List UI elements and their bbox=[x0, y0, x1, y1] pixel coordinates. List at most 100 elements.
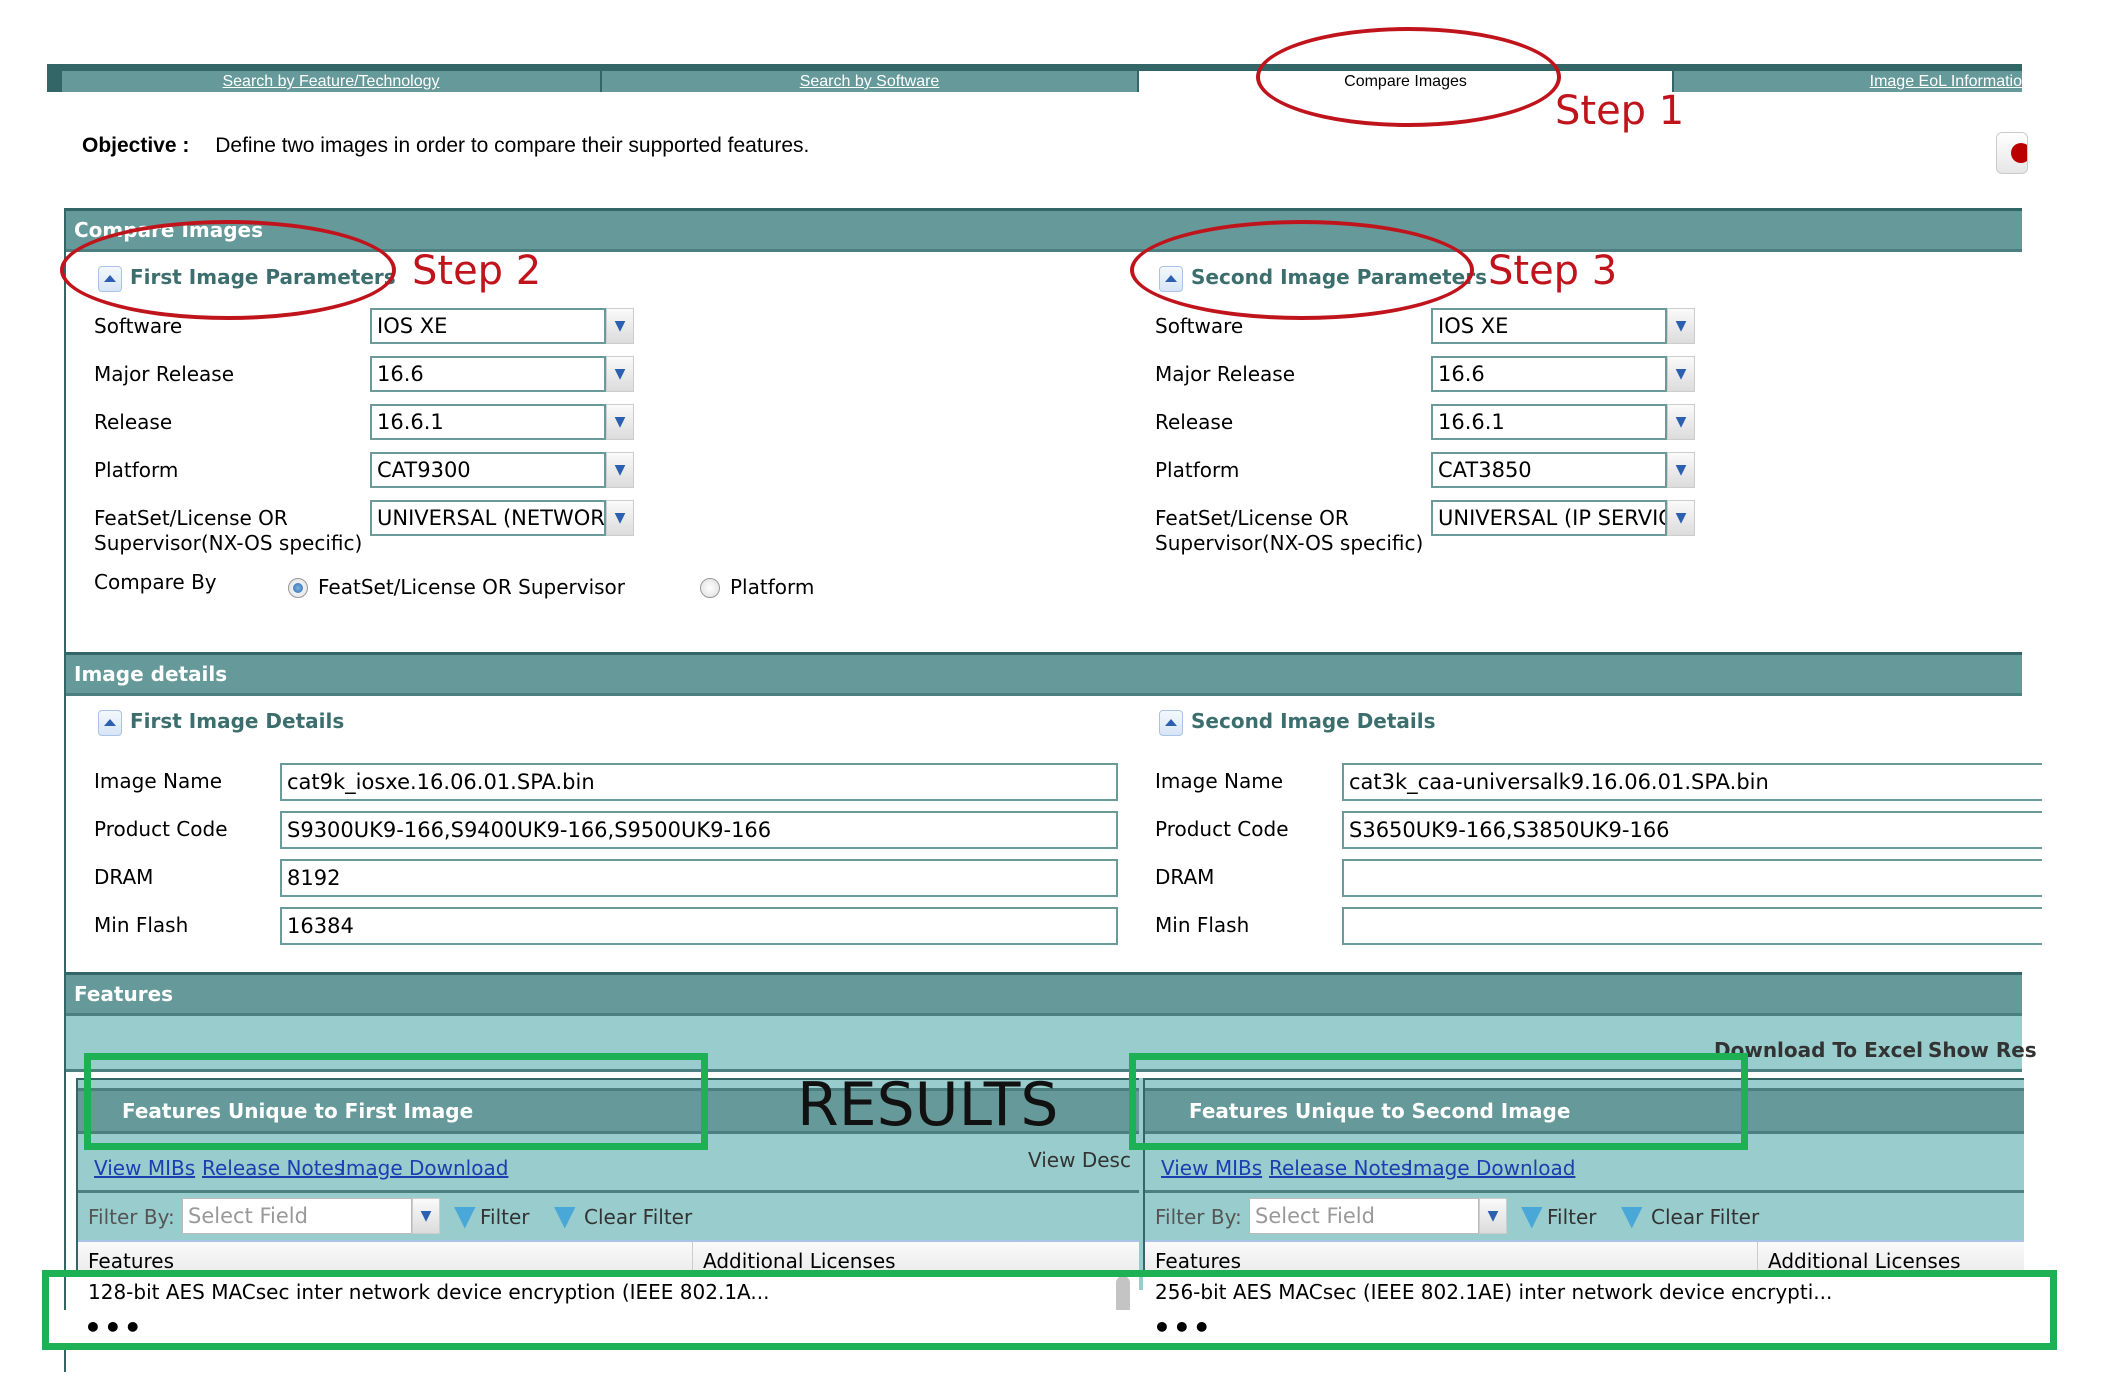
first-product-code-field[interactable]: S9300UK9-166,S9400UK9-166,S9500UK9-166 bbox=[280, 811, 1118, 849]
tab-image-eol[interactable]: Image EoL Informatio bbox=[1672, 71, 2022, 92]
chevron-down-icon[interactable]: ▼ bbox=[412, 1198, 440, 1234]
tab-bar: Search by Feature/Technology Search by S… bbox=[47, 64, 2022, 92]
image-download-link[interactable]: Image Download bbox=[340, 1156, 508, 1180]
tab-search-by-software[interactable]: Search by Software bbox=[600, 71, 1137, 92]
chevron-down-icon[interactable]: ▼ bbox=[1667, 404, 1695, 440]
platform-label: Platform bbox=[1155, 458, 1240, 482]
image-name-label: Image Name bbox=[94, 769, 222, 793]
second-dram-field[interactable] bbox=[1342, 859, 2042, 897]
collapse-icon bbox=[1159, 709, 1183, 736]
second-software-select[interactable]: IOS XE bbox=[1431, 308, 1667, 344]
chevron-down-icon[interactable]: ▼ bbox=[606, 356, 634, 392]
image-details-panel: Image details First Image Details Image … bbox=[64, 652, 2042, 975]
second-platform-select[interactable]: CAT3850 bbox=[1431, 452, 1667, 488]
major-release-label: Major Release bbox=[1155, 362, 1296, 386]
second-min-flash-field[interactable] bbox=[1342, 907, 2042, 945]
second-featset-select[interactable]: UNIVERSAL (IP SERVIC bbox=[1431, 500, 1667, 536]
results-highlight-first bbox=[84, 1053, 708, 1150]
step1-highlight-ring bbox=[1256, 27, 1561, 127]
first-release-select[interactable]: 16.6.1 bbox=[370, 404, 606, 440]
section-title: Second Image Details bbox=[1191, 709, 1436, 733]
chevron-down-icon[interactable]: ▼ bbox=[1667, 452, 1695, 488]
second-image-details-toggle[interactable]: Second Image Details bbox=[1159, 709, 1436, 736]
software-label: Software bbox=[94, 314, 183, 338]
first-image-details-toggle[interactable]: First Image Details bbox=[98, 709, 344, 736]
filter-button[interactable]: Filter bbox=[1547, 1205, 1597, 1229]
chevron-down-icon[interactable]: ▼ bbox=[1667, 308, 1695, 344]
featset-label: FeatSet/License OR Supervisor(NX-OS spec… bbox=[1155, 506, 1423, 556]
view-desc-label[interactable]: View Desc bbox=[1028, 1148, 1131, 1172]
chevron-down-icon[interactable]: ▼ bbox=[1667, 356, 1695, 392]
results-label: RESULTS bbox=[797, 1070, 1059, 1140]
filter-icon: ▼ bbox=[1521, 1199, 1543, 1232]
view-mibs-link[interactable]: View MIBs bbox=[94, 1156, 195, 1180]
show-results-button[interactable]: Show Res bbox=[1928, 1038, 2037, 1062]
second-major-release-select[interactable]: 16.6 bbox=[1431, 356, 1667, 392]
dram-label: DRAM bbox=[1155, 865, 1215, 889]
featset-label-line2: Supervisor(NX-OS specific) bbox=[1155, 531, 1424, 555]
step3-label: Step 3 bbox=[1488, 248, 1618, 294]
chevron-down-icon[interactable]: ▼ bbox=[606, 404, 634, 440]
tab-label: Image EoL Informatio bbox=[1869, 73, 2022, 90]
first-featset-select[interactable]: UNIVERSAL (NETWORK bbox=[370, 500, 606, 536]
filter-field-select[interactable]: Select Field bbox=[1249, 1198, 1479, 1234]
chevron-down-icon[interactable]: ▼ bbox=[606, 500, 634, 536]
tab-label: Search by Feature/Technology bbox=[222, 73, 440, 90]
clear-filter-button[interactable]: Clear Filter bbox=[1651, 1205, 1759, 1229]
filter-icon: ▼ bbox=[454, 1199, 476, 1232]
results-highlight-second bbox=[1129, 1053, 1748, 1150]
image-download-link[interactable]: Image Download bbox=[1407, 1156, 1575, 1180]
compare-by-platform-label: Platform bbox=[730, 575, 815, 599]
featset-label: FeatSet/License OR Supervisor(NX-OS spec… bbox=[94, 506, 362, 556]
filter-button[interactable]: Filter bbox=[480, 1205, 530, 1229]
first-min-flash-field[interactable]: 16384 bbox=[280, 907, 1118, 945]
first-major-release-select[interactable]: 16.6 bbox=[370, 356, 606, 392]
chevron-down-icon[interactable]: ▼ bbox=[1667, 500, 1695, 536]
first-dram-field[interactable]: 8192 bbox=[280, 859, 1118, 897]
features-header: Features bbox=[66, 972, 2022, 1016]
clear-filter-button[interactable]: Clear Filter bbox=[584, 1205, 692, 1229]
chevron-down-icon[interactable]: ▼ bbox=[606, 452, 634, 488]
first-platform-select[interactable]: CAT9300 bbox=[370, 452, 606, 488]
first-software-select[interactable]: IOS XE bbox=[370, 308, 606, 344]
dram-label: DRAM bbox=[94, 865, 154, 889]
view-mibs-link[interactable]: View MIBs bbox=[1161, 1156, 1262, 1180]
objective-text: Define two images in order to compare th… bbox=[215, 134, 810, 157]
first-image-name-field[interactable]: cat9k_iosxe.16.06.01.SPA.bin bbox=[280, 763, 1118, 801]
second-release-select[interactable]: 16.6.1 bbox=[1431, 404, 1667, 440]
step3-highlight-ring bbox=[1130, 220, 1474, 320]
step1-label: Step 1 bbox=[1555, 88, 1685, 134]
help-button[interactable] bbox=[1996, 132, 2028, 174]
second-product-code-field[interactable]: S3650UK9-166,S3850UK9-166 bbox=[1342, 811, 2042, 849]
chevron-down-icon[interactable]: ▼ bbox=[1479, 1198, 1507, 1234]
filter-row: Filter By: Select Field ▼ ▼ Filter ▼ Cle… bbox=[78, 1190, 1139, 1240]
featset-label-line2: Supervisor(NX-OS specific) bbox=[94, 531, 363, 555]
compare-by-platform-radio[interactable] bbox=[700, 578, 720, 598]
min-flash-label: Min Flash bbox=[94, 913, 189, 937]
objective: Objective : Define two images in order t… bbox=[82, 134, 809, 158]
chevron-down-icon[interactable]: ▼ bbox=[606, 308, 634, 344]
filter-field-select[interactable]: Select Field bbox=[182, 1198, 412, 1234]
featset-label-line1: FeatSet/License OR bbox=[94, 506, 288, 530]
product-code-label: Product Code bbox=[94, 817, 228, 841]
software-label: Software bbox=[1155, 314, 1244, 338]
tab-label: Search by Software bbox=[799, 73, 940, 90]
collapse-icon bbox=[98, 709, 122, 736]
clear-filter-icon: ▼ bbox=[1621, 1199, 1643, 1232]
release-notes-link[interactable]: Release Notes bbox=[1269, 1156, 1411, 1180]
image-name-label: Image Name bbox=[1155, 769, 1283, 793]
section-title: First Image Details bbox=[130, 709, 345, 733]
tab-search-by-feature[interactable]: Search by Feature/Technology bbox=[60, 71, 600, 92]
compare-by-featset-radio[interactable] bbox=[288, 578, 308, 598]
image-details-header: Image details bbox=[66, 652, 2022, 696]
platform-label: Platform bbox=[94, 458, 179, 482]
second-image-name-field[interactable]: cat3k_caa-universalk9.16.06.01.SPA.bin bbox=[1342, 763, 2042, 801]
filter-row: Filter By: Select Field ▼ ▼ Filter ▼ Cle… bbox=[1145, 1190, 2024, 1240]
product-code-label: Product Code bbox=[1155, 817, 1289, 841]
release-notes-link[interactable]: Release Notes bbox=[202, 1156, 344, 1180]
help-icon bbox=[2011, 143, 2027, 163]
featset-label-line1: FeatSet/License OR bbox=[1155, 506, 1349, 530]
step2-highlight-ring bbox=[60, 220, 396, 320]
step2-label: Step 2 bbox=[412, 248, 542, 294]
min-flash-label: Min Flash bbox=[1155, 913, 1250, 937]
